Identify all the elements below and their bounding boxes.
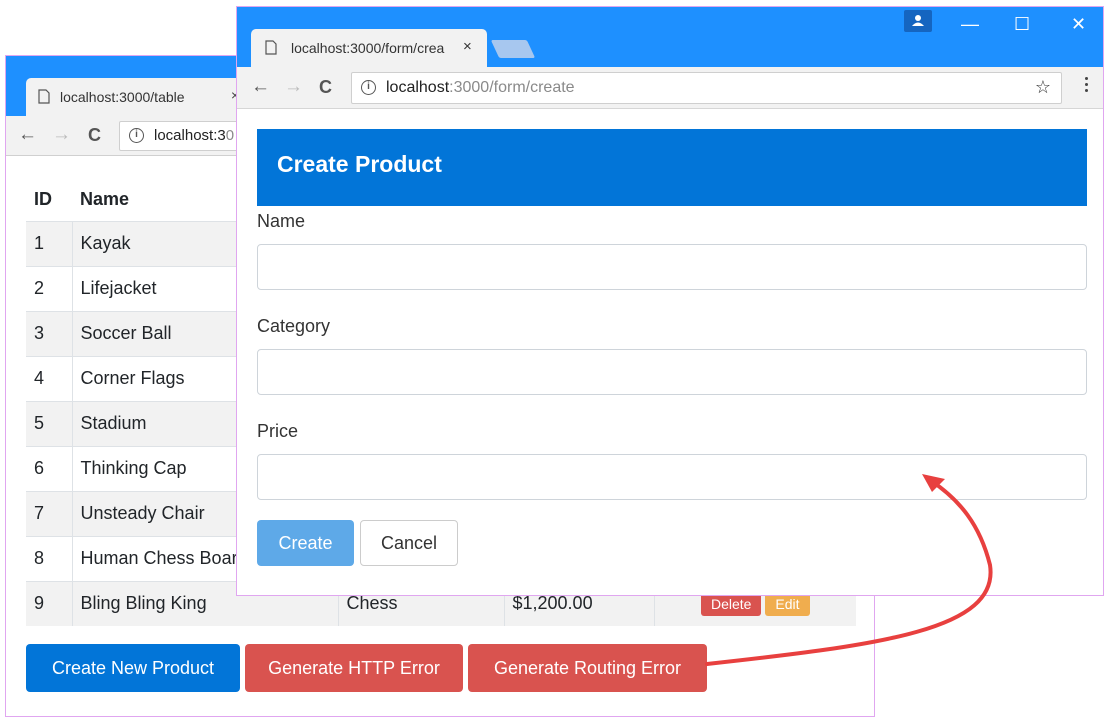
cell-id: 4 bbox=[26, 355, 73, 401]
browser-toolbar: ← → C i localhost:3000/form/create ☆ bbox=[237, 67, 1103, 109]
info-icon[interactable]: i bbox=[129, 128, 144, 143]
price-label: Price bbox=[257, 421, 299, 441]
new-tab-button[interactable] bbox=[490, 40, 536, 58]
menu-icon[interactable] bbox=[1085, 77, 1089, 95]
generate-routing-error-button[interactable]: Generate Routing Error bbox=[468, 644, 707, 692]
address-bar[interactable]: i localhost:3000/form/create ☆ bbox=[351, 72, 1062, 104]
forward-arrow-icon[interactable]: → bbox=[52, 125, 71, 145]
name-label: Name bbox=[257, 211, 306, 231]
category-input[interactable] bbox=[257, 349, 1087, 395]
cell-id: 5 bbox=[26, 400, 73, 446]
name-input[interactable] bbox=[257, 244, 1087, 290]
cell-id: 6 bbox=[26, 445, 73, 491]
cell-id: 9 bbox=[26, 580, 73, 626]
reload-icon[interactable]: C bbox=[88, 125, 101, 145]
info-icon[interactable]: i bbox=[361, 80, 376, 95]
cell-id: 2 bbox=[26, 265, 73, 311]
url-text: localhost:3000/form/create bbox=[386, 79, 575, 96]
close-window-icon[interactable]: ✕ bbox=[1071, 15, 1086, 33]
forward-arrow-icon[interactable]: → bbox=[284, 77, 303, 97]
generate-http-error-button[interactable]: Generate HTTP Error bbox=[245, 644, 463, 692]
page-icon bbox=[38, 89, 50, 104]
browser-window-form: localhost:3000/form/crea × — ☐ ✕ ← → C i… bbox=[236, 6, 1104, 596]
minimize-icon[interactable]: — bbox=[961, 15, 979, 33]
price-input[interactable] bbox=[257, 454, 1087, 500]
page-title: Create Product bbox=[257, 129, 1087, 206]
cell-id: 7 bbox=[26, 490, 73, 536]
close-tab-icon[interactable]: × bbox=[463, 38, 472, 55]
column-header-id: ID bbox=[34, 189, 52, 210]
reload-icon[interactable]: C bbox=[319, 77, 332, 97]
tab-title: localhost:3000/form/crea bbox=[291, 40, 445, 56]
cell-id: 3 bbox=[26, 310, 73, 356]
page-icon bbox=[265, 40, 277, 55]
category-label: Category bbox=[257, 316, 331, 336]
cancel-button[interactable]: Cancel bbox=[360, 520, 458, 566]
bookmark-star-icon[interactable]: ☆ bbox=[1035, 77, 1051, 98]
create-button[interactable]: Create bbox=[257, 520, 354, 566]
create-new-product-button[interactable]: Create New Product bbox=[26, 644, 240, 692]
url-text: localhost:30 bbox=[154, 127, 235, 144]
tab-form-create[interactable]: localhost:3000/form/crea × bbox=[251, 29, 487, 67]
tab-title: localhost:3000/table bbox=[60, 89, 185, 105]
maximize-icon[interactable]: ☐ bbox=[1014, 15, 1030, 33]
back-arrow-icon[interactable]: ← bbox=[18, 125, 37, 145]
profile-icon[interactable] bbox=[904, 10, 932, 32]
back-arrow-icon[interactable]: ← bbox=[251, 77, 270, 97]
cell-id: 8 bbox=[26, 535, 73, 581]
cell-id: 1 bbox=[26, 220, 73, 266]
tab-table[interactable]: localhost:3000/table × bbox=[26, 78, 248, 116]
title-bar: localhost:3000/form/crea × — ☐ ✕ bbox=[237, 7, 1103, 67]
